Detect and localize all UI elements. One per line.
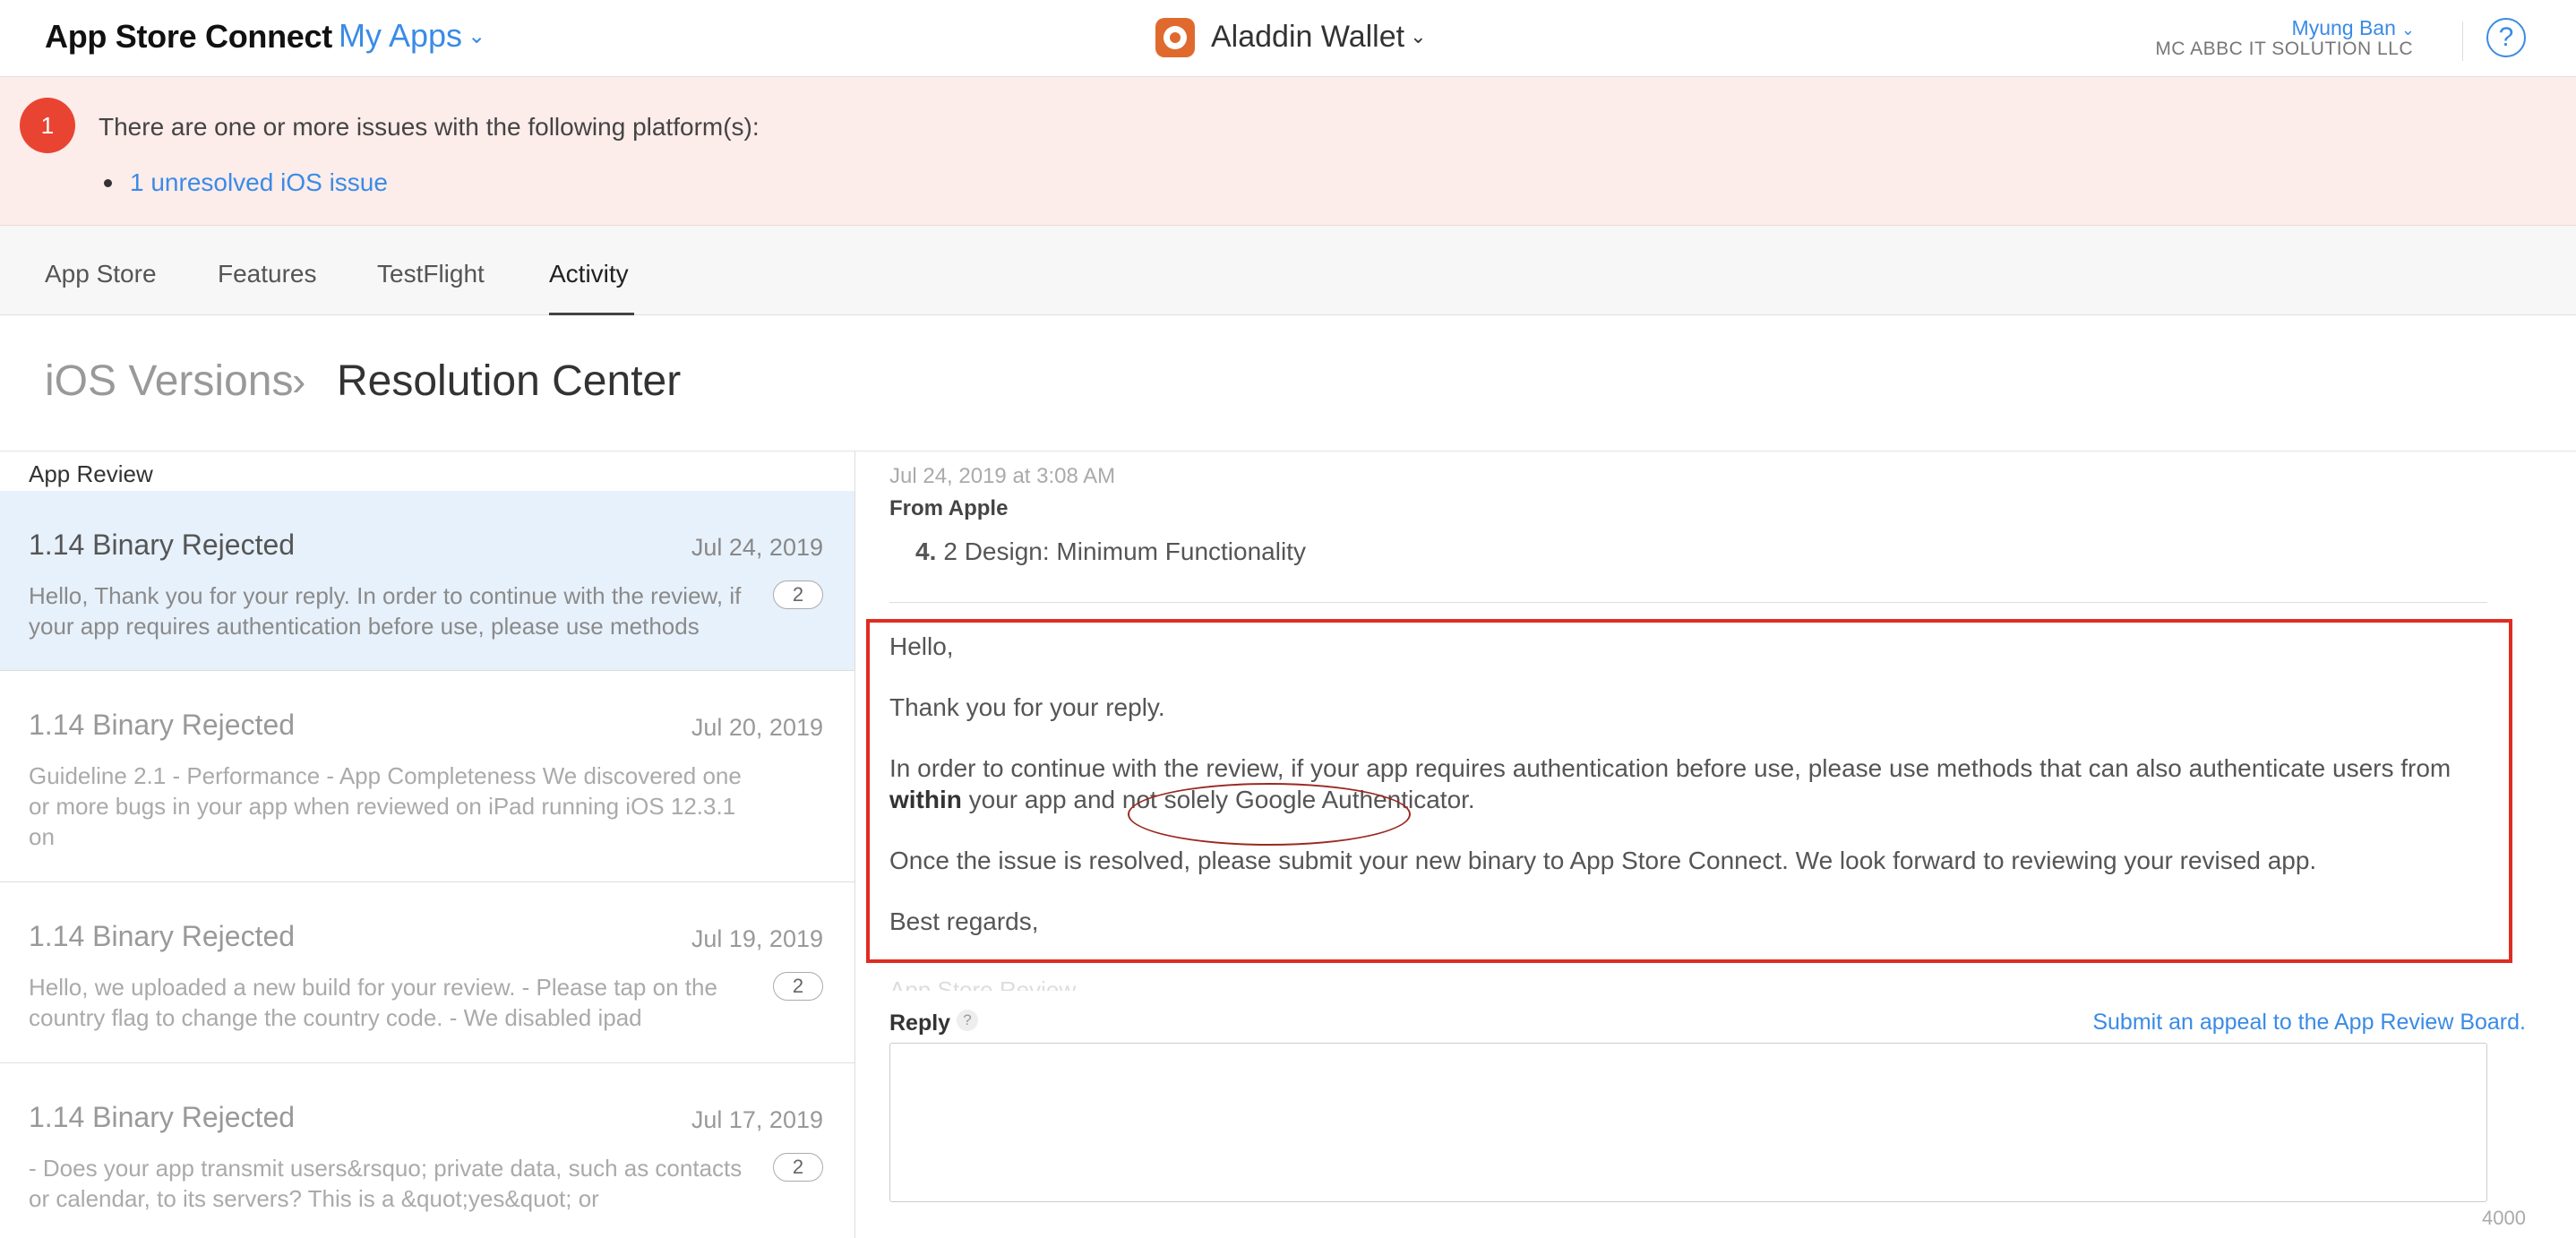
reply-textarea[interactable] [889,1043,2487,1202]
divider [889,602,2487,603]
my-apps-menu[interactable]: My Apps ⌄ [339,17,485,55]
issue-count-badge: 1 [20,98,75,153]
highlight-annotation [866,619,2512,963]
help-icon[interactable]: ? [2486,18,2526,57]
company-name: MC ABBC IT SOLUTION LLC [2155,39,2413,59]
item-snippet: Hello, we uploaded a new build for your … [29,974,717,1031]
list-item[interactable]: 1.14 Binary Rejected Jul 24, 2019 Hello,… [0,491,854,671]
page-title: Resolution Center [337,357,682,405]
item-date: Jul 24, 2019 [691,534,823,561]
unresolved-issue-link[interactable]: 1 unresolved iOS issue [130,168,388,197]
message-count-badge: 2 [773,1153,823,1182]
header-divider [2462,21,2463,61]
item-snippet: Guideline 2.1 - Performance - App Comple… [29,762,742,850]
guideline-number: 4. [915,537,937,565]
app-switcher[interactable]: Aladdin Wallet ⌄ [1211,20,1427,55]
alert-message: There are one or more issues with the fo… [99,113,760,141]
message-panel: Jul 24, 2019 at 3:08 AM From Apple 4. 2 D… [856,451,2576,1238]
item-snippet: Hello, Thank you for your reply. In orde… [29,582,742,640]
my-apps-label: My Apps [339,17,463,54]
message-count-badge: 2 [773,972,823,1001]
chevron-down-icon: ⌄ [1410,25,1427,47]
account-menu[interactable]: Myung Ban ⌄ [2292,16,2415,40]
review-list-panel: App Review 1.14 Binary Rejected Jul 24, … [0,451,855,1238]
chevron-right-icon: › [292,357,306,404]
message-signature: App Store Review [889,976,1077,991]
list-item[interactable]: 1.14 Binary Rejected Jul 17, 2019 - Does… [0,1063,854,1238]
message-count-badge: 2 [773,580,823,609]
tab-activity[interactable]: Activity [549,260,629,288]
list-heading: App Review [29,460,153,487]
item-date: Jul 20, 2019 [691,714,823,741]
bullet-icon [104,179,112,187]
tab-testflight[interactable]: TestFlight [377,260,485,288]
message-sender: From Apple [889,496,1009,520]
item-title: 1.14 Binary Rejected [29,529,296,561]
chevron-down-icon: ⌄ [468,24,486,48]
app-store-connect-logo[interactable]: App Store Connect [45,18,332,56]
tab-app-store[interactable]: App Store [45,260,157,288]
guideline-text: 2 Design: Minimum Functionality [943,537,1306,565]
tab-bar: App Store Features TestFlight Activity [0,226,2576,315]
character-count: 4000 [2482,1207,2526,1229]
app-icon [1155,18,1195,57]
item-title: 1.14 Binary Rejected [29,709,296,741]
list-item[interactable]: 1.14 Binary Rejected Jul 20, 2019 Guidel… [0,671,854,882]
issues-alert: 1 There are one or more issues with the … [0,77,2576,226]
active-tab-indicator [549,313,634,315]
item-snippet: - Does your app transmit users&rsquo; pr… [29,1155,743,1212]
message-timestamp: Jul 24, 2019 at 3:08 AM [889,464,1116,488]
breadcrumb-ios-versions[interactable]: iOS Versions [45,357,293,406]
top-header: App Store Connect My Apps ⌄ Aladdin Walle… [0,0,2576,77]
appeal-link[interactable]: Submit an appeal to the App Review Board… [2092,1010,2526,1036]
item-date: Jul 19, 2019 [691,925,823,952]
item-date: Jul 17, 2019 [691,1106,823,1133]
item-title: 1.14 Binary Rejected [29,920,296,952]
user-name: Myung Ban [2291,16,2396,39]
chevron-down-icon: ⌄ [2400,21,2415,39]
help-icon[interactable]: ? [957,1010,978,1031]
ellipse-annotation [1128,783,1411,846]
reply-label: Reply [889,1010,951,1036]
list-item[interactable]: 1.14 Binary Rejected Jul 19, 2019 Hello,… [0,882,854,1063]
item-title: 1.14 Binary Rejected [29,1101,296,1133]
app-name: Aladdin Wallet [1211,20,1405,54]
tab-features[interactable]: Features [218,260,317,288]
guideline-reference: 4. 2 Design: Minimum Functionality [915,537,1306,566]
